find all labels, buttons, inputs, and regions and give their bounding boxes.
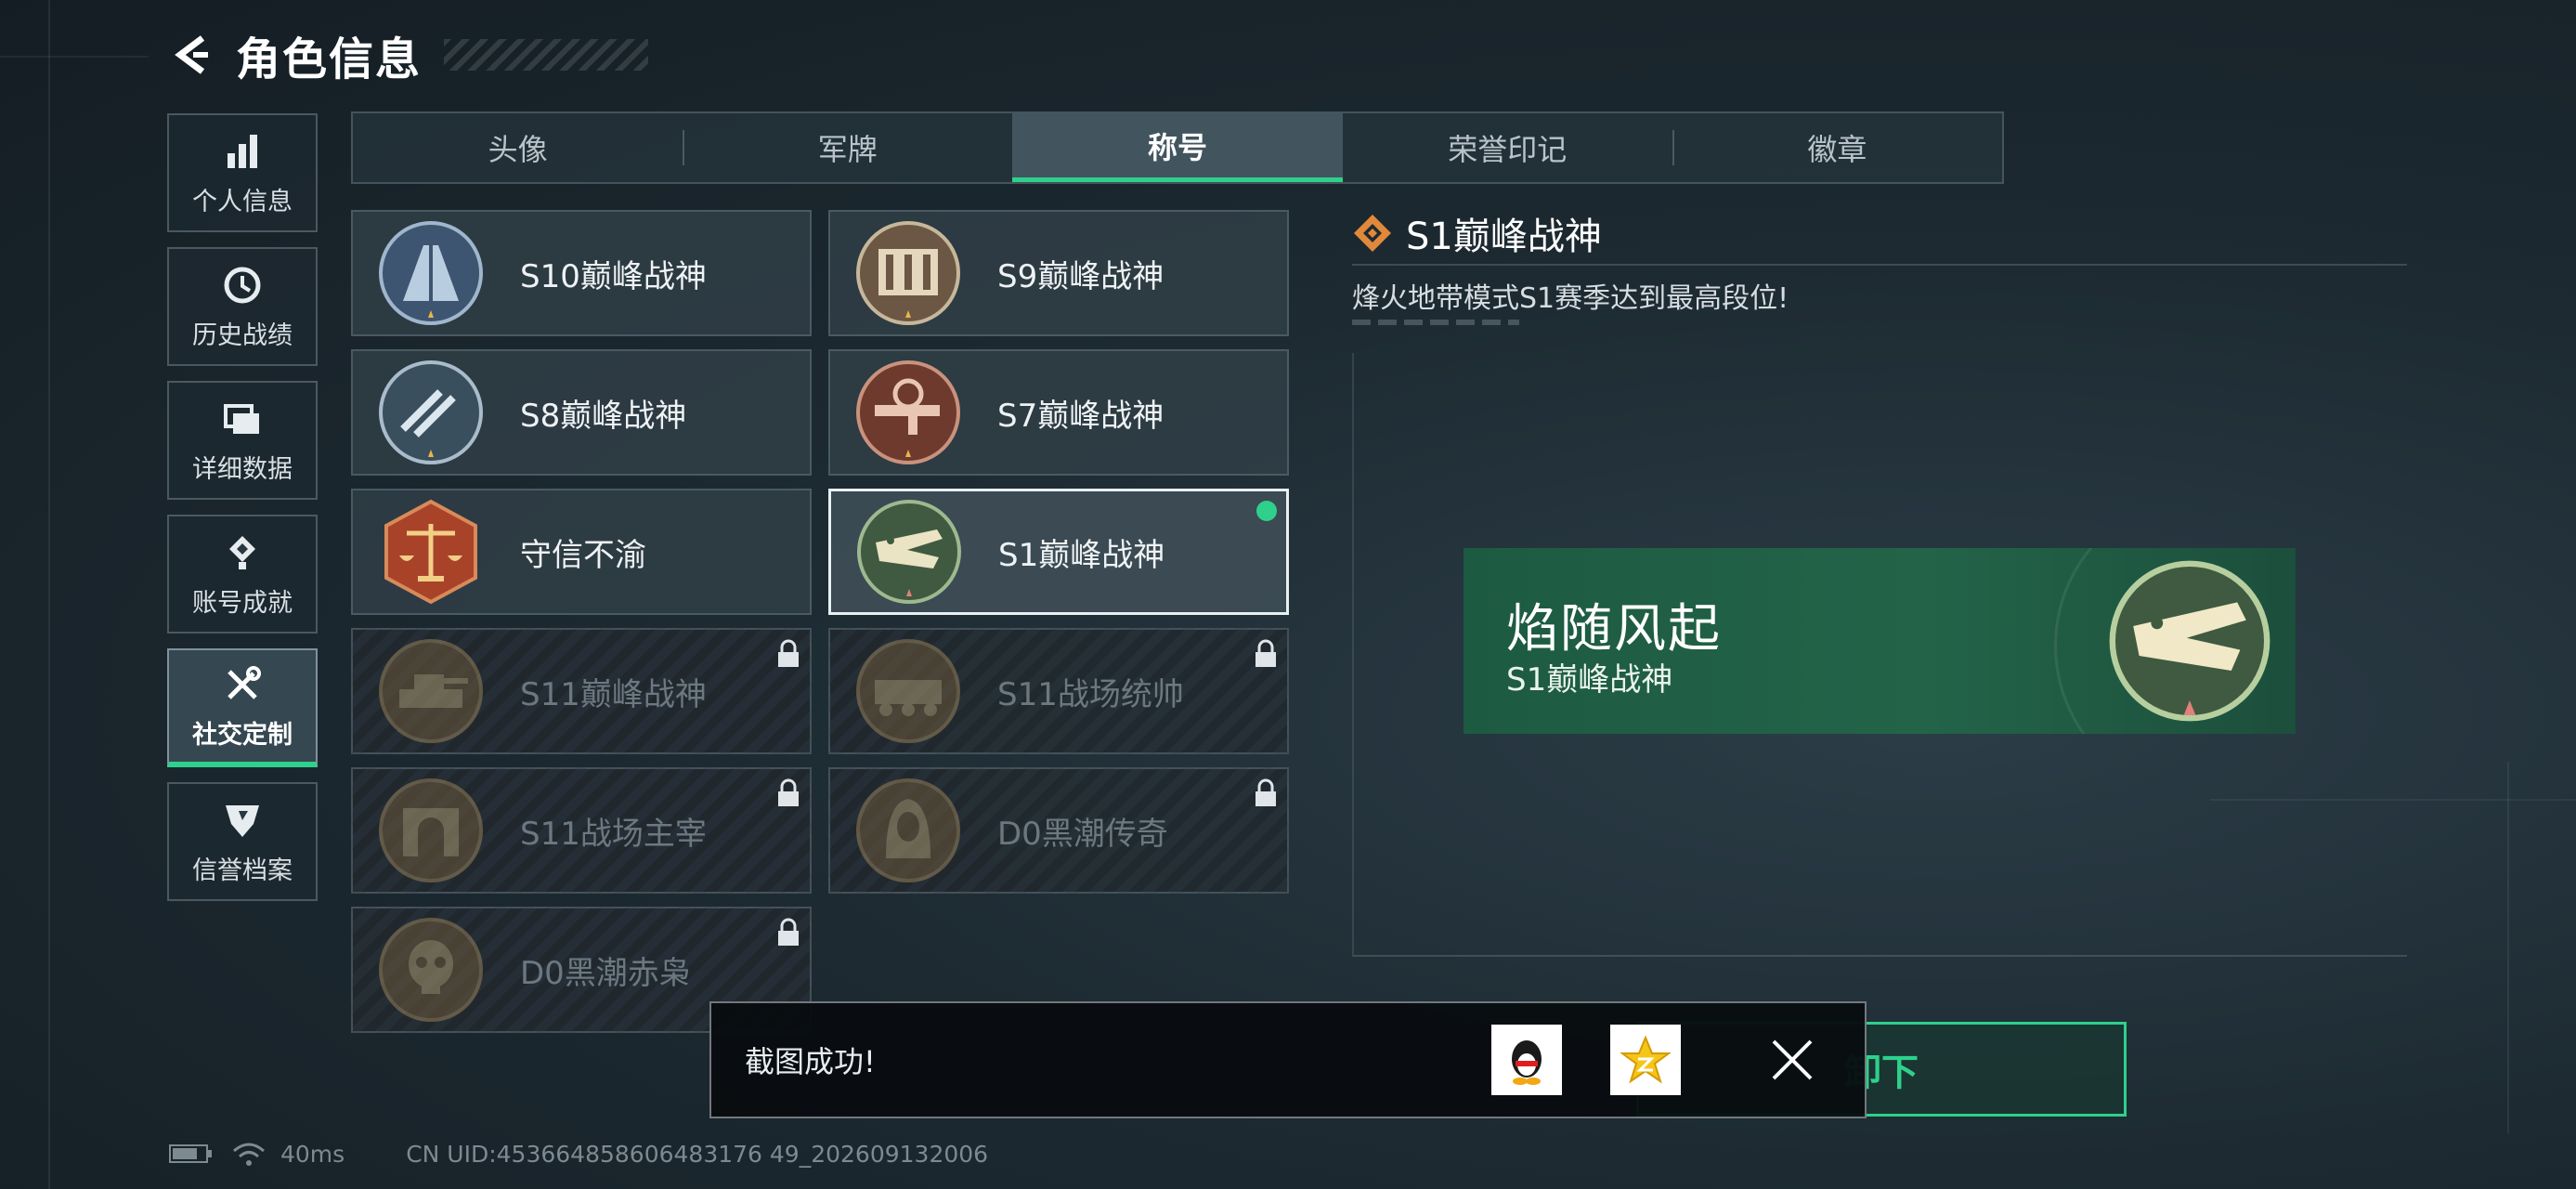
lock-icon — [778, 918, 799, 946]
ping-value: 40ms — [280, 1140, 345, 1168]
tab-honor-mark[interactable]: 荣誉印记 — [1343, 113, 1672, 182]
title-name: S11战场主宰 — [520, 815, 707, 853]
crocodile-emblem-icon — [2109, 560, 2270, 722]
screenshot-toast: 截图成功! — [709, 1001, 1867, 1118]
nav-item-credit-profile[interactable]: 信誉档案 — [167, 782, 318, 901]
title-card[interactable]: S8巅峰战神 — [351, 349, 812, 476]
title-name: S8巅峰战神 — [520, 397, 687, 435]
title-card[interactable]: S7巅峰战神 — [828, 349, 1289, 476]
clock-icon — [224, 267, 261, 303]
lock-icon — [1255, 778, 1276, 806]
page-title: 角色信息 — [236, 33, 423, 85]
page-header: 角色信息 — [167, 22, 649, 87]
rifle-emblem-icon — [856, 360, 960, 464]
side-nav: 个人信息 历史战绩 详细数据 账号成就 社交定制 信誉档案 — [167, 113, 318, 916]
hooded-emblem-icon — [856, 778, 960, 882]
title-name: D0黑潮传奇 — [997, 815, 1168, 853]
scales-emblem-icon — [384, 499, 477, 605]
detail-header: S1巅峰战神 — [1352, 206, 1602, 260]
title-card[interactable]: 守信不渝 — [351, 489, 812, 615]
nav-item-social-custom[interactable]: 社交定制 — [167, 648, 318, 767]
qq-penguin-icon — [1512, 1040, 1542, 1085]
toast-message: 截图成功! — [745, 1044, 876, 1079]
title-name: S11战场统帅 — [997, 675, 1184, 713]
share-qzone-button[interactable] — [1610, 1025, 1681, 1095]
title-name: 守信不渝 — [520, 536, 646, 574]
title-card[interactable]: S10巅峰战神 — [351, 210, 812, 336]
title-name: S10巅峰战神 — [520, 257, 707, 295]
nav-item-label: 详细数据 — [192, 454, 293, 484]
apc-emblem-icon — [856, 639, 960, 743]
battery-icon — [169, 1144, 212, 1163]
dam-emblem-icon — [856, 221, 960, 325]
title-card-selected[interactable]: S1巅峰战神 — [828, 489, 1289, 615]
diamond-icon — [1354, 215, 1391, 252]
arch-emblem-icon — [379, 778, 483, 882]
nav-item-label: 信誉档案 — [192, 856, 293, 885]
nav-item-history[interactable]: 历史战绩 — [167, 247, 318, 366]
title-card-locked[interactable]: S11巅峰战神 — [351, 628, 812, 754]
banner-main-text: 焰随风起 — [1506, 599, 1722, 660]
bar-chart-icon — [228, 134, 257, 168]
lock-icon — [778, 778, 799, 806]
folder-icon — [224, 403, 259, 434]
title-card-locked[interactable]: S11战场统帅 — [828, 628, 1289, 754]
divider — [1352, 264, 2407, 266]
nav-item-detailed-data[interactable]: 详细数据 — [167, 381, 318, 500]
banner-sub-text: S1巅峰战神 — [1506, 661, 1673, 699]
tab-badge[interactable]: 徽章 — [1672, 113, 2002, 182]
shield-icon — [226, 804, 259, 837]
tools-icon — [228, 665, 261, 699]
lock-icon — [778, 639, 799, 667]
nav-item-label: 账号成就 — [192, 588, 293, 618]
lock-icon — [1255, 639, 1276, 667]
nav-item-label: 社交定制 — [192, 720, 293, 750]
nav-item-label: 历史战绩 — [192, 320, 293, 350]
title-name: S11巅峰战神 — [520, 675, 707, 713]
close-icon[interactable] — [1764, 1032, 1820, 1088]
qzone-star-icon — [1620, 1035, 1671, 1084]
tab-avatar[interactable]: 头像 — [353, 113, 683, 182]
title-card-locked[interactable]: S11战场主宰 — [351, 767, 812, 894]
back-button[interactable] — [167, 29, 219, 81]
nav-item-personal-info[interactable]: 个人信息 — [167, 113, 318, 232]
title-name: S7巅峰战神 — [997, 397, 1164, 435]
title-name: D0黑潮赤枭 — [520, 954, 691, 992]
crocodile-emblem-icon — [857, 500, 961, 604]
header-decoration — [444, 39, 649, 71]
nav-item-achievements[interactable]: 账号成就 — [167, 515, 318, 634]
title-card-locked[interactable]: D0黑潮传奇 — [828, 767, 1289, 894]
player-uid: CN UID:453664858606483176 49_20260913200… — [406, 1140, 989, 1168]
tab-dog-tag[interactable]: 军牌 — [683, 113, 1012, 182]
tower-emblem-icon — [379, 221, 483, 325]
detail-title: S1巅峰战神 — [1406, 216, 1602, 258]
status-bar: 40ms CN UID:453664858606483176 49_202609… — [169, 1135, 988, 1172]
back-arrow-icon — [175, 35, 208, 74]
category-tabs: 头像 军牌 称号 荣誉印记 徽章 — [351, 111, 2004, 184]
detail-description: 烽火地带模式S1赛季达到最高段位! — [1352, 282, 1789, 315]
skull-emblem-icon — [379, 918, 483, 1022]
nav-item-label: 个人信息 — [192, 187, 293, 216]
stripes-emblem-icon — [379, 360, 483, 464]
title-preview-banner: 焰随风起 S1巅峰战神 — [1464, 548, 2296, 734]
wifi-icon — [233, 1143, 265, 1166]
tank-emblem-icon — [379, 639, 483, 743]
title-name: S1巅峰战神 — [998, 536, 1165, 574]
tab-title[interactable]: 称号 — [1012, 113, 1343, 182]
medal-icon — [229, 535, 255, 569]
decoration-stripe — [1352, 320, 1519, 325]
title-name: S9巅峰战神 — [997, 257, 1164, 295]
equipped-indicator — [1256, 501, 1277, 521]
share-qq-button[interactable] — [1491, 1025, 1562, 1095]
title-card[interactable]: S9巅峰战神 — [828, 210, 1289, 336]
